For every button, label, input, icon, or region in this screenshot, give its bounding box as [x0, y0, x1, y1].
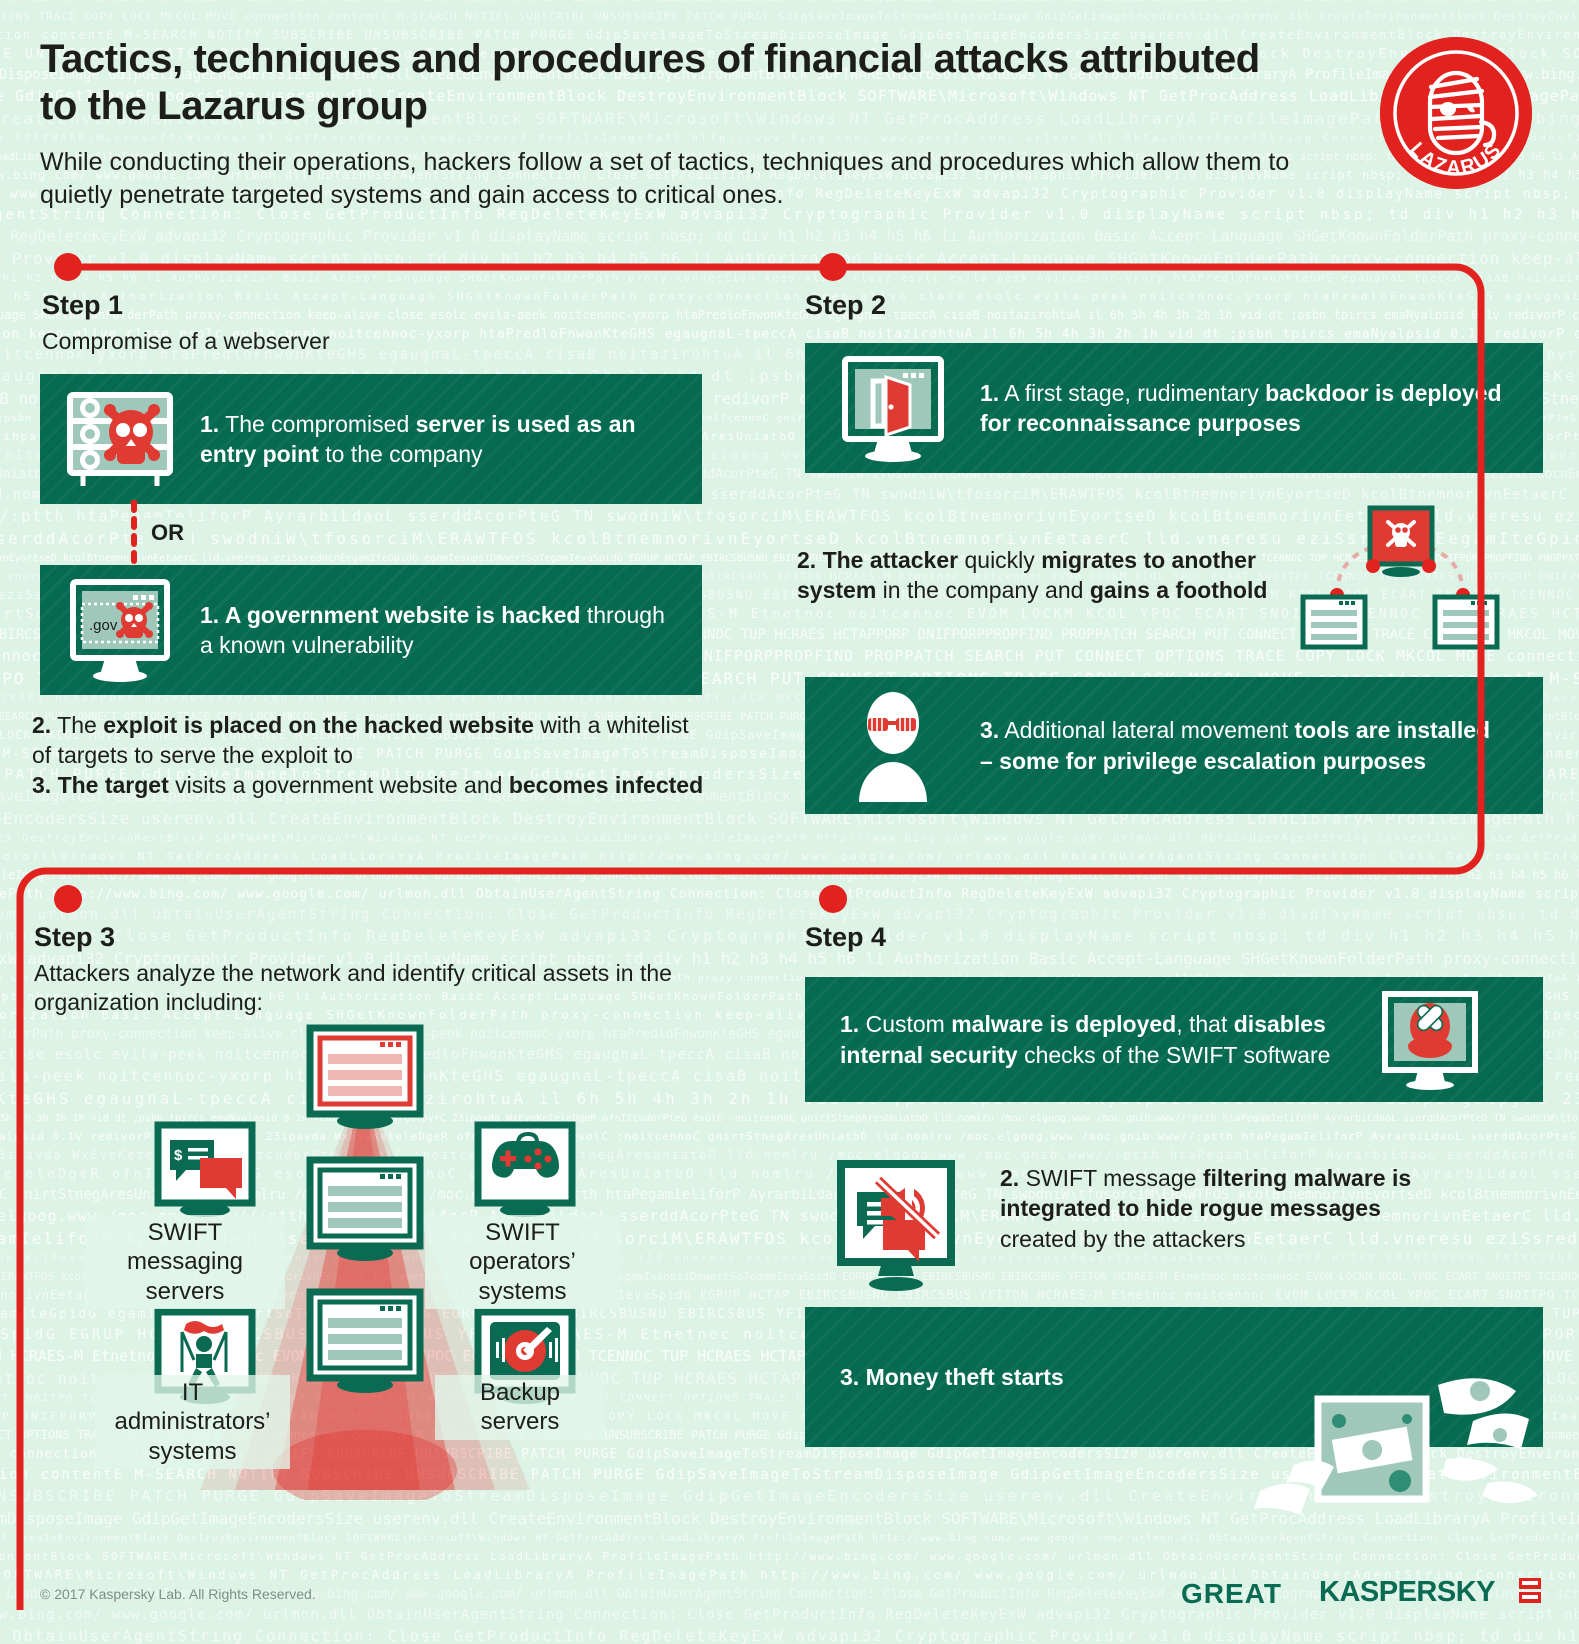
- step4-box-malware: 1. Custom malware is deployed, that disa…: [805, 977, 1543, 1102]
- step4-box-malware-body: Custom malware is deployed, that disable…: [840, 1011, 1331, 1068]
- monitor-money-message-icon: $: [154, 1121, 256, 1217]
- step-3-label: Step 3: [34, 922, 116, 952]
- step1-box-server-number: 1.: [200, 410, 220, 437]
- asset-label-swift-messaging: SWIFT messaging servers: [85, 1215, 285, 1309]
- timeline-dot-step3: [54, 885, 82, 913]
- window-red-icon: [306, 1024, 424, 1129]
- step-2-label: Step 2: [805, 290, 887, 320]
- asset-label-swift-operators: SWIFT operators’ systems: [425, 1215, 620, 1309]
- lateral-movement-network-icon: [1275, 500, 1525, 655]
- asset-label-it-admins: IT administrators’ systems: [95, 1375, 290, 1469]
- great-logo: GREAT: [1181, 1578, 1282, 1609]
- step1-box-gov-text: 1. A government website is hacked throug…: [200, 600, 670, 661]
- step-1-label: Step 1: [42, 290, 124, 320]
- page-title: Tactics, techniques and procedures of fi…: [40, 37, 1260, 129]
- step-3-subtitle: Attackers analyze the network and identi…: [34, 960, 672, 1015]
- window-green-icon: [306, 1288, 424, 1393]
- kaspersky-logo: KASPERSKY: [1319, 1576, 1496, 1608]
- svg-text:$: $: [174, 1147, 183, 1164]
- page-subtitle: While conducting their operations, hacke…: [40, 148, 1290, 209]
- step1-item-3: 3. The target visits a government websit…: [32, 770, 712, 800]
- step-2-header: Step 2: [805, 290, 886, 321]
- step2-box-tools-number: 3.: [980, 717, 1000, 744]
- step2-box-backdoor: 1. A first stage, rudimentary backdoor i…: [805, 343, 1543, 473]
- step1-box-server: 1. The compromised server is used as an …: [40, 374, 702, 504]
- step2-box-tools-text: 3. Additional lateral movement tools are…: [980, 715, 1500, 776]
- step4-box-money: 3. Money theft starts: [805, 1307, 1543, 1515]
- step1-box-gov: .gov 1. A government website is hacked t…: [40, 565, 702, 695]
- monitor-shield-bandage-icon: [1340, 990, 1520, 1090]
- step-4-header: Step 4: [805, 922, 886, 953]
- step2-box-backdoor-number: 1.: [980, 379, 1000, 406]
- step-1-subtitle: Compromise of a webserver: [42, 328, 330, 354]
- or-dotted-connector: [131, 500, 137, 570]
- step2-item-2: 2. The attacker quickly migrates to anot…: [797, 545, 1277, 606]
- or-label: OR: [143, 518, 192, 548]
- monitor-gamepad-icon: [474, 1121, 576, 1217]
- step4-box-malware-number: 1.: [840, 1011, 860, 1038]
- step2-box-tools-body: Additional lateral movement tools are in…: [980, 717, 1491, 774]
- step1-item-2-number: 2.: [32, 712, 52, 738]
- step1-box-server-text: 1. The compromised server is used as an …: [200, 409, 670, 470]
- timeline-dot-step2: [819, 253, 847, 281]
- step1-item-3-number: 3.: [32, 772, 52, 798]
- step1-item-3-body: The target visits a government website a…: [51, 772, 704, 798]
- monitor-open-door-icon: [805, 353, 980, 463]
- step4-item-2: 2. SWIFT message filtering malware is in…: [1000, 1163, 1420, 1254]
- step4-box-money-text: 3. Money theft starts: [840, 1362, 1200, 1392]
- timeline-dot-step1: [54, 253, 82, 281]
- step1-item-2-body: The exploit is placed on the hacked webs…: [32, 712, 689, 769]
- step-1-header: Step 1 Compromise of a webserver: [42, 290, 330, 356]
- step2-box-backdoor-text: 1. A first stage, rudimentary backdoor i…: [980, 378, 1510, 439]
- step1-box-gov-number: 1.: [200, 601, 220, 628]
- step4-item-2-body: SWIFT message filtering malware is integ…: [1000, 1165, 1412, 1252]
- asset-label-backup: Backup servers: [435, 1375, 605, 1440]
- window-green-icon: [306, 1156, 424, 1261]
- step2-item-2-body: The attacker quickly migrates to another…: [797, 547, 1268, 604]
- step1-box-gov-body: A government website is hacked through a…: [200, 601, 665, 658]
- step2-box-tools: 3. Additional lateral movement tools are…: [805, 677, 1543, 814]
- step-4-label: Step 4: [805, 922, 887, 952]
- step2-box-backdoor-body: A first stage, rudimentary backdoor is d…: [980, 379, 1502, 436]
- lazarus-badge: LAZARUS: [1380, 37, 1532, 189]
- server-rack-skull-icon: [40, 387, 200, 491]
- kaspersky-lab-mark: [1519, 1578, 1541, 1604]
- step2-item-2-number: 2.: [797, 547, 817, 573]
- gov-browser-skull-icon: .gov: [40, 578, 200, 682]
- step4-box-malware-text: 1. Custom malware is deployed, that disa…: [840, 1009, 1340, 1070]
- monitor-muted-message-icon: [815, 1160, 990, 1310]
- header: Tactics, techniques and procedures of fi…: [40, 36, 1290, 211]
- timeline-dot-step4: [819, 885, 847, 913]
- step-3-header: Step 3 Attackers analyze the network and…: [34, 922, 694, 1017]
- step1-item-2: 2. The exploit is placed on the hacked w…: [32, 710, 712, 771]
- hacker-person-icon: [805, 690, 980, 802]
- step1-box-server-body: The compromised server is used as an ent…: [200, 410, 636, 467]
- gov-caption: .gov: [89, 617, 118, 634]
- step4-box-money-body: 3. Money theft starts: [840, 1363, 1064, 1390]
- copyright-text: © 2017 Kaspersky Lab. All Rights Reserve…: [40, 1586, 316, 1602]
- step4-item-2-number: 2.: [1000, 1165, 1020, 1191]
